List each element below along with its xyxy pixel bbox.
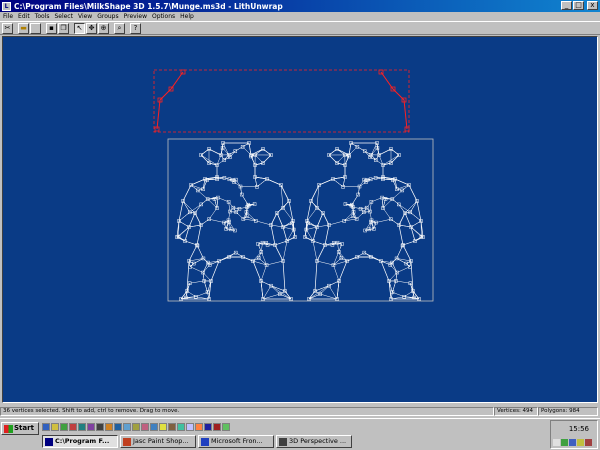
task-label: C:\Program F... (55, 437, 110, 445)
menu-preview[interactable]: Preview (124, 13, 147, 20)
quick-launch (42, 423, 230, 431)
maximize-button[interactable]: □ (573, 1, 584, 10)
menu-groups[interactable]: Groups (97, 13, 118, 20)
app-icon-8[interactable] (123, 423, 131, 431)
explorer-icon[interactable] (51, 423, 59, 431)
app-icon-4[interactable] (87, 423, 95, 431)
task-button-paintshop[interactable]: Jasc Paint Shop... (120, 435, 196, 448)
windows-flag-icon (4, 424, 13, 433)
uv-mesh-view[interactable] (3, 37, 598, 403)
tray-icons (553, 439, 592, 446)
title-bar: L C:\Program Files\MilkShape 3D 1.5.7\Mu… (0, 0, 600, 12)
menu-file[interactable]: File (3, 13, 13, 20)
selected-edge-right (380, 71, 408, 130)
move-icon[interactable]: ✥ (86, 22, 97, 34)
task-icon (201, 437, 209, 446)
save-icon[interactable]: ▪ (46, 22, 57, 34)
app-icon-17[interactable] (204, 423, 212, 431)
task-button-3d-perspective[interactable]: 3D Perspective ... (276, 435, 352, 448)
vertex-count: Vertices: 494 (494, 406, 538, 416)
cut-icon[interactable]: ✂ (2, 22, 13, 34)
menu-options[interactable]: Options (152, 13, 175, 20)
zoom-region-icon[interactable]: ⌕ (114, 22, 125, 34)
help-icon[interactable]: ? (130, 22, 141, 34)
app-icon-7[interactable] (114, 423, 122, 431)
status-bar: 36 vertices selected. Shift to add, ctrl… (0, 406, 600, 416)
window-controls: _ □ x (561, 1, 598, 10)
window-title: C:\Program Files\MilkShape 3D 1.5.7\Mung… (14, 1, 283, 11)
system-tray: 15:56 (550, 420, 598, 449)
zoom-icon[interactable]: ⊕ (98, 22, 109, 34)
app-icon-2[interactable] (69, 423, 77, 431)
polygon-count: Polygons: 984 (538, 406, 598, 416)
app-icon: L (2, 1, 11, 11)
task-button-frontpage[interactable]: Microsoft Fron... (198, 435, 274, 448)
app-icon-16[interactable] (195, 423, 203, 431)
copy-icon[interactable]: ❐ (58, 22, 69, 34)
app-icon-10[interactable] (141, 423, 149, 431)
start-button[interactable]: Start (1, 422, 39, 435)
selected-vertices (154, 69, 410, 132)
tray-icon-3[interactable] (569, 439, 576, 446)
tray-icon-5[interactable] (585, 439, 592, 446)
app-icon-6[interactable] (105, 423, 113, 431)
tray-icon-1[interactable] (553, 439, 560, 446)
app-icon-9[interactable] (132, 423, 140, 431)
blank-icon[interactable] (30, 22, 41, 34)
app-icon-15[interactable] (186, 423, 194, 431)
app-icon-5[interactable] (96, 423, 104, 431)
app-icon-3[interactable] (78, 423, 86, 431)
tray-icon-4[interactable] (577, 439, 584, 446)
menu-edit[interactable]: Edit (18, 13, 30, 20)
task-label: Microsoft Fron... (211, 437, 263, 445)
status-message: 36 vertices selected. Shift to add, ctrl… (0, 406, 494, 416)
clock: 15:56 (568, 425, 589, 433)
menu-bar: File Edit Tools Select View Groups Previ… (0, 12, 600, 21)
app-icon-11[interactable] (150, 423, 158, 431)
ie-icon[interactable] (42, 423, 50, 431)
app-icon-12[interactable] (159, 423, 167, 431)
task-label: Jasc Paint Shop... (133, 437, 189, 445)
mesh-left (175, 141, 297, 301)
selection-box (153, 69, 410, 133)
close-button[interactable]: x (587, 1, 598, 10)
app-icon-14[interactable] (177, 423, 185, 431)
uv-canvas[interactable] (2, 36, 598, 403)
menu-select[interactable]: Select (54, 13, 73, 20)
menu-view[interactable]: View (78, 13, 92, 20)
app-icon-13[interactable] (168, 423, 176, 431)
app-icon-18[interactable] (213, 423, 221, 431)
toolbar: ✂ ▬ ▪ ❐ ↖ ✥ ⊕ ⌕ ? (0, 21, 600, 35)
open-icon[interactable]: ▬ (18, 22, 29, 34)
menu-help[interactable]: Help (180, 13, 194, 20)
task-button-milkshape[interactable]: C:\Program F... (42, 435, 118, 448)
task-icon (45, 437, 53, 446)
minimize-button[interactable]: _ (561, 1, 572, 10)
task-icon (123, 437, 131, 446)
menu-tools[interactable]: Tools (35, 13, 50, 20)
task-icon (279, 437, 287, 446)
task-label: 3D Perspective ... (289, 437, 347, 445)
arrow-select-icon[interactable]: ↖ (74, 22, 85, 34)
tray-icon-2[interactable] (561, 439, 568, 446)
app-icon-19[interactable] (222, 423, 230, 431)
taskbar: Start C:\Program F... Jasc Paint Shop...… (0, 418, 600, 450)
app-icon-1[interactable] (60, 423, 68, 431)
mesh-right (303, 141, 425, 301)
selected-edge-left (156, 71, 184, 130)
start-label: Start (14, 424, 34, 432)
